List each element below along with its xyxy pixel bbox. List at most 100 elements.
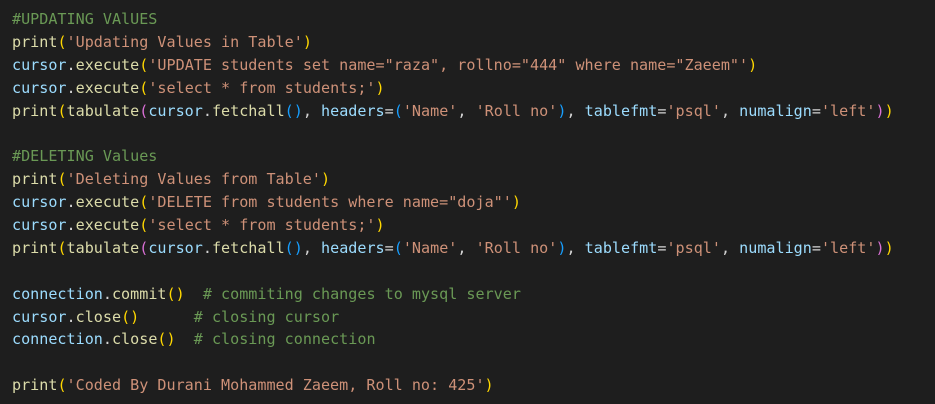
string-token: 'psql' (666, 238, 721, 257)
variable-token: numalign (739, 101, 812, 120)
string-token: 'Updating Values in Table' (66, 32, 303, 51)
code-line[interactable]: print(tabulate(cursor.fetchall(), header… (12, 100, 935, 123)
function-token: tabulate (66, 101, 140, 120)
variable-token: headers (321, 101, 385, 120)
bracket-token: ) (748, 55, 758, 74)
string-token: 'Name' (402, 238, 458, 257)
function-token: close (75, 307, 122, 326)
code-line[interactable] (12, 260, 935, 283)
string-token: 'Coded By Durani Mohammed Zaeem, Roll no… (66, 376, 485, 395)
operator-token (185, 285, 203, 303)
string-token: 'DELETE from students where name="doja"' (148, 193, 512, 212)
variable-token: connection (12, 330, 103, 349)
code-line[interactable]: cursor.execute('select * from students;'… (12, 77, 935, 100)
bracket-token: () (284, 238, 303, 257)
operator-token: = (811, 101, 821, 120)
bracket-token: ( (57, 101, 67, 120)
operator-token: , (720, 238, 740, 257)
variable-token: connection (12, 284, 103, 303)
function-token: execute (75, 55, 140, 74)
bracket-token: () (121, 307, 140, 326)
variable-token: cursor (12, 307, 67, 326)
code-line[interactable]: print('Coded By Durani Mohammed Zaeem, R… (12, 374, 935, 397)
variable-token: tablefmt (584, 238, 658, 257)
string-token: 'Name' (402, 101, 458, 120)
bracket-token: ) (375, 216, 385, 235)
variable-token: headers (321, 238, 385, 257)
function-token: commit (111, 284, 167, 303)
string-token: 'left' (820, 238, 876, 257)
string-token: 'Deleting Values from Table' (66, 170, 321, 189)
comment-token: # commiting changes to mysql server (202, 284, 521, 303)
bracket-token: ( (139, 216, 149, 235)
function-token: execute (75, 78, 140, 97)
code-line[interactable]: #DELETING Values (12, 145, 935, 168)
code-line[interactable]: cursor.execute('UPDATE students set name… (12, 54, 935, 77)
bracket-token: ( (139, 238, 149, 257)
code-line[interactable] (12, 351, 935, 374)
function-token: close (111, 330, 158, 349)
bracket-token: ( (139, 101, 149, 120)
function-token: fetchall (211, 101, 285, 120)
operator-token: , (302, 238, 322, 257)
code-line[interactable]: print('Deleting Values from Table') (12, 168, 935, 191)
operator-token: . (102, 284, 112, 303)
operator-token: = (811, 238, 821, 257)
function-token: execute (75, 193, 140, 212)
string-token: 'Roll no' (475, 238, 558, 257)
bracket-token: ) (484, 376, 494, 395)
bracket-token: ) (320, 170, 331, 189)
operator-token: . (102, 330, 112, 349)
code-line[interactable]: connection.commit() # commiting changes … (12, 283, 935, 306)
bracket-token: () (157, 330, 176, 349)
bracket-token: ) (302, 32, 312, 51)
operator-token (139, 308, 194, 326)
operator-token: = (384, 238, 394, 257)
variable-token: cursor (148, 101, 203, 120)
bracket-token: ( (57, 238, 67, 257)
bracket-token: ) (884, 238, 894, 257)
operator-token: , (457, 238, 476, 257)
code-line[interactable]: cursor.execute('select * from students;'… (12, 214, 935, 237)
bracket-token: ( (57, 170, 67, 189)
variable-token: cursor (12, 216, 67, 235)
operator-token: , (566, 238, 585, 257)
operator-token: , (566, 101, 585, 120)
operator-token: . (202, 101, 212, 120)
string-token: 'left' (820, 101, 876, 120)
bracket-token: ( (139, 193, 149, 212)
bracket-token: ( (393, 238, 403, 257)
comment-token: # closing connection (193, 330, 376, 349)
operator-token: . (66, 55, 76, 74)
code-line[interactable]: print('Updating Values in Table') (12, 31, 935, 54)
variable-token: numalign (739, 238, 812, 257)
bracket-token: ( (393, 101, 403, 120)
function-token: print (12, 238, 58, 257)
operator-token: , (457, 101, 476, 120)
variable-token: cursor (12, 78, 67, 97)
string-token: 'Roll no' (475, 101, 558, 120)
bracket-token: ( (139, 55, 149, 74)
function-token: execute (75, 216, 140, 235)
code-line[interactable]: print(tabulate(cursor.fetchall(), header… (12, 237, 935, 260)
variable-token: tablefmt (584, 101, 658, 120)
function-token: print (12, 32, 58, 51)
code-line[interactable]: connection.close() # closing connection (12, 328, 935, 351)
variable-token: cursor (12, 193, 67, 212)
comment-token: #DELETING Values (12, 147, 158, 166)
function-token: fetchall (211, 238, 285, 257)
code-line[interactable]: cursor.close() # closing cursor (12, 306, 935, 329)
code-line[interactable]: #UPDATING VAlUES (12, 8, 935, 31)
string-token: 'select * from students;' (148, 78, 376, 97)
function-token: print (12, 376, 58, 395)
bracket-token: ) (875, 238, 885, 257)
string-token: 'psql' (666, 101, 721, 120)
bracket-token: () (166, 284, 185, 303)
comment-token: #UPDATING VAlUES (12, 10, 158, 28)
bracket-token: () (284, 101, 303, 120)
code-editor[interactable]: #UPDATING VAlUES print('Updating Values i… (0, 0, 935, 404)
code-line[interactable]: cursor.execute('DELETE from students whe… (12, 191, 935, 214)
bracket-token: ( (57, 376, 67, 395)
code-line[interactable] (12, 122, 935, 145)
bracket-token: ( (57, 32, 67, 51)
